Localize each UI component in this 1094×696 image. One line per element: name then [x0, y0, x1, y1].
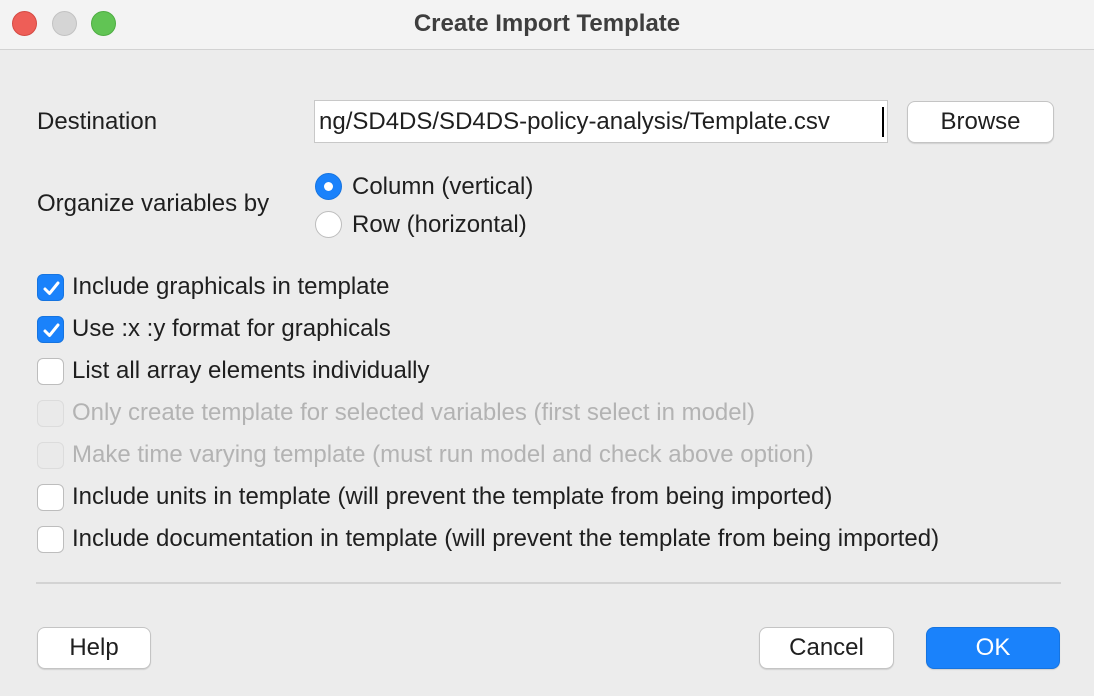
checkbox-xy-format[interactable]: [37, 316, 64, 343]
window-title: Create Import Template: [413, 10, 681, 37]
text-caret: [882, 107, 884, 137]
radio-column[interactable]: [315, 173, 342, 200]
option-label: Make time varying template (must run mod…: [72, 441, 814, 468]
checkbox-include-documentation[interactable]: [37, 526, 64, 553]
option-label[interactable]: List all array elements individually: [72, 357, 430, 385]
option-label[interactable]: Include graphicals in template: [72, 273, 390, 301]
cancel-button[interactable]: Cancel: [759, 627, 894, 669]
radio-row[interactable]: [315, 211, 342, 238]
option-label[interactable]: Include units in template (will prevent …: [72, 483, 832, 511]
title-bar: Create Import Template: [0, 0, 1094, 50]
option-label[interactable]: Include documentation in template (will …: [72, 525, 939, 553]
checkmark-icon: [43, 281, 60, 295]
checkbox-array-elements[interactable]: [37, 358, 64, 385]
help-button[interactable]: Help: [37, 627, 151, 669]
separator: [36, 582, 1061, 584]
option-label[interactable]: Use :x :y format for graphicals: [72, 315, 391, 343]
radio-column-label[interactable]: Column (vertical): [352, 173, 533, 201]
checkmark-icon: [43, 323, 60, 337]
checkbox-time-varying: [37, 442, 64, 469]
checkbox-include-graphicals[interactable]: [37, 274, 64, 301]
checkbox-include-units[interactable]: [37, 484, 64, 511]
destination-label: Destination: [37, 108, 158, 135]
destination-value: ng/SD4DS/SD4DS-policy-analysis/Template.…: [319, 108, 830, 135]
checkbox-selected-variables: [37, 400, 64, 427]
option-label: Only create template for selected variab…: [72, 399, 755, 426]
destination-input[interactable]: ng/SD4DS/SD4DS-policy-analysis/Template.…: [314, 100, 888, 143]
organize-label: Organize variables by: [37, 190, 270, 217]
dialog-window: Create Import Template Destination ng/SD…: [0, 0, 1094, 696]
browse-button[interactable]: Browse: [907, 101, 1054, 143]
radio-row-label[interactable]: Row (horizontal): [352, 211, 527, 239]
ok-button[interactable]: OK: [926, 627, 1060, 669]
